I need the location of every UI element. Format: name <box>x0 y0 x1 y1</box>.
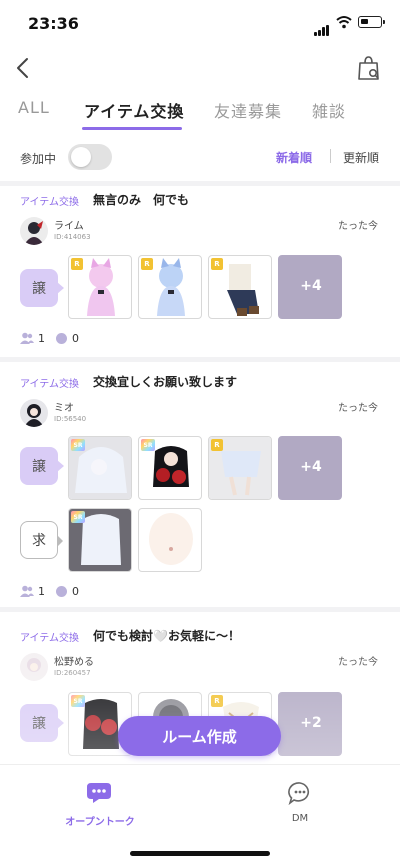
toggle-knob <box>71 147 91 167</box>
bottom-nav: オープントーク DM <box>0 764 400 834</box>
comment-icon <box>56 333 67 344</box>
section-divider <box>0 607 400 612</box>
more-items-count: +4 <box>300 278 322 294</box>
user-name: ライム <box>54 221 84 232</box>
more-items-count: +2 <box>300 715 322 731</box>
rarity-badge: SR <box>71 511 85 523</box>
rarity-badge: R <box>211 695 223 707</box>
post-title: 交換宜しくお願い致します <box>93 375 238 389</box>
dm-chat-icon <box>288 782 310 806</box>
more-items-tile[interactable]: +2 <box>278 692 342 756</box>
battery-icon <box>358 16 385 28</box>
rarity-badge: SR <box>141 439 155 451</box>
rarity-badge: SR <box>71 695 85 707</box>
user-id: ID:56540 <box>54 415 87 423</box>
filter-bar: 参加中 新着順 更新順 <box>0 142 400 172</box>
avatar[interactable] <box>20 399 48 427</box>
status-time: 23:36 <box>28 14 79 33</box>
sort-updated-button[interactable]: 更新順 <box>343 149 379 166</box>
post-category: アイテム交換 <box>20 379 79 390</box>
section-divider <box>0 181 400 186</box>
members-icon <box>20 332 34 344</box>
post-time: たった今 <box>338 657 378 668</box>
member-count: 1 <box>38 332 45 345</box>
rarity-badge: R <box>71 258 83 270</box>
members-icon <box>20 585 34 597</box>
sort-newest-button[interactable]: 新着順 <box>276 149 312 166</box>
post-time: たった今 <box>338 403 378 414</box>
status-bar: 23:36 <box>0 0 400 46</box>
more-items-tile[interactable]: +4 <box>278 436 342 500</box>
item-thumbnail[interactable]: R <box>208 255 272 319</box>
item-thumbnail[interactable]: R <box>138 255 202 319</box>
tab-all[interactable]: ALL <box>18 98 50 117</box>
member-count: 1 <box>38 585 45 598</box>
comment-count: 0 <box>72 585 79 598</box>
tab-item-exchange[interactable]: アイテム交換 <box>84 98 184 122</box>
user-name: ミオ <box>54 403 74 414</box>
want-label: 求 <box>20 521 63 559</box>
user-name: 松野める <box>54 657 94 668</box>
sort-divider <box>330 149 331 163</box>
user-id: ID:260457 <box>54 669 91 677</box>
more-items-tile[interactable]: +4 <box>278 255 342 319</box>
give-label: 譲 <box>20 704 64 742</box>
rarity-badge: R <box>211 258 223 270</box>
participating-toggle[interactable] <box>68 144 112 170</box>
shop-bag-icon[interactable] <box>356 54 382 82</box>
category-tabs: ALL アイテム交換 友達募集 雑談 <box>0 98 400 132</box>
post-title: 無言のみ 何でも <box>93 193 190 207</box>
item-thumbnail[interactable]: SR <box>68 508 132 572</box>
rarity-badge: SR <box>71 439 85 451</box>
tab-chat[interactable]: 雑談 <box>312 98 346 122</box>
signal-icon <box>314 17 330 36</box>
post-category: アイテム交換 <box>20 633 79 644</box>
create-room-button[interactable]: ルーム作成 <box>118 716 281 756</box>
avatar[interactable] <box>20 217 48 245</box>
open-talk-icon <box>87 783 111 803</box>
give-label: 譲 <box>20 447 64 485</box>
wifi-icon <box>336 16 352 29</box>
post-category: アイテム交換 <box>20 197 79 208</box>
rarity-badge: R <box>211 439 223 451</box>
rarity-badge: R <box>141 258 153 270</box>
item-thumbnail[interactable] <box>138 508 202 572</box>
home-indicator <box>130 851 270 856</box>
avatar[interactable] <box>20 653 48 681</box>
post-time: たった今 <box>338 221 378 232</box>
user-id: ID:414063 <box>54 233 91 241</box>
comment-count: 0 <box>72 332 79 345</box>
item-thumbnail[interactable]: SR <box>68 436 132 500</box>
post-card[interactable]: アイテム交換 無言のみ 何でも ライム ID:414063 たった今 譲 R R… <box>0 193 400 353</box>
nav-open-talk[interactable]: オープントーク <box>60 781 140 828</box>
nav-dm[interactable]: DM <box>270 781 330 824</box>
active-tab-indicator <box>82 127 182 130</box>
post-card[interactable]: アイテム交換 交換宜しくお願い致します ミオ ID:56540 たった今 譲 S… <box>0 375 400 605</box>
comment-icon <box>56 586 67 597</box>
section-divider <box>0 357 400 362</box>
more-items-count: +4 <box>300 459 322 475</box>
nav-open-talk-label: オープントーク <box>65 817 135 828</box>
item-thumbnail[interactable]: R <box>208 436 272 500</box>
give-label: 譲 <box>20 269 64 307</box>
participating-label: 参加中 <box>20 152 57 166</box>
item-thumbnail[interactable]: R <box>68 255 132 319</box>
nav-dm-label: DM <box>291 813 309 824</box>
back-chevron-icon[interactable] <box>12 56 34 80</box>
item-thumbnail[interactable]: SR <box>138 436 202 500</box>
post-title: 何でも検討🤍お気軽に〜！ <box>93 629 240 643</box>
tab-friend-recruit[interactable]: 友達募集 <box>214 98 282 122</box>
